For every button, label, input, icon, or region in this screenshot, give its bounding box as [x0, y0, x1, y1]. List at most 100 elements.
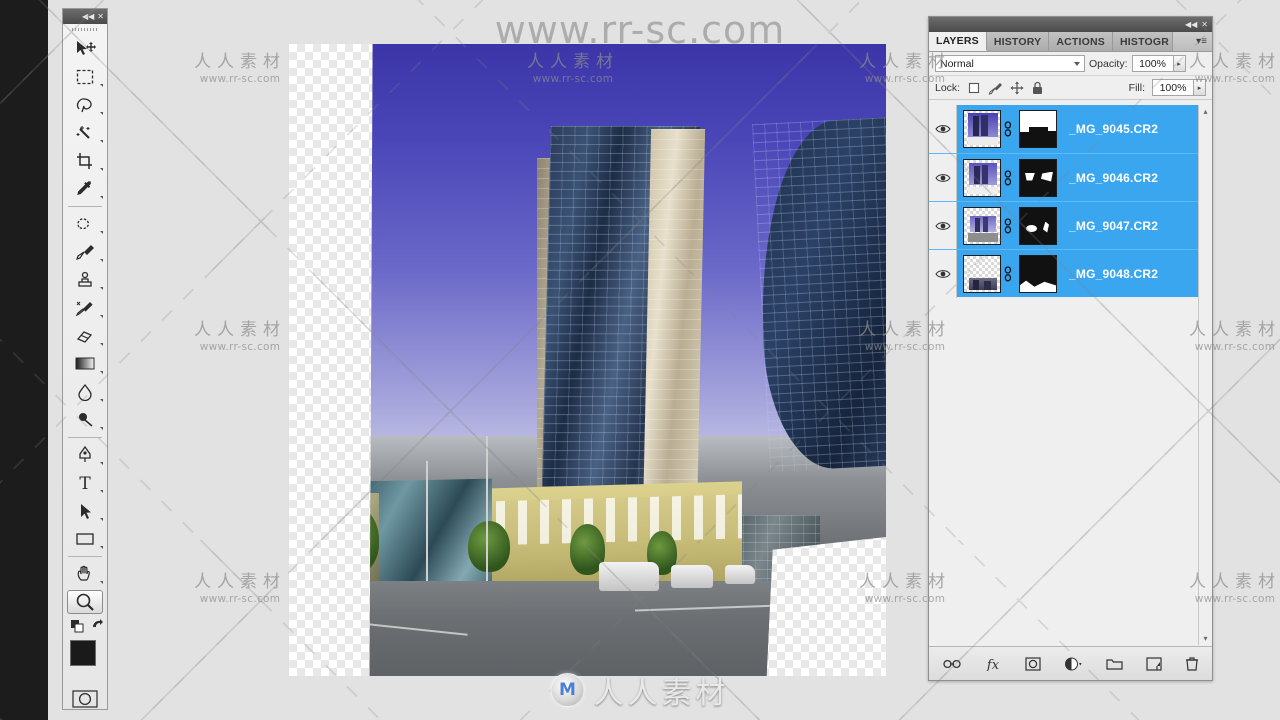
layer-link-icon[interactable]: [1001, 121, 1015, 137]
tool-options-corner: [100, 462, 103, 465]
opacity-input[interactable]: 100%: [1131, 55, 1174, 72]
eraser-tool[interactable]: [63, 322, 107, 350]
tool-separator: [68, 437, 102, 438]
panel-menu-icon[interactable]: ▾≡: [1196, 36, 1207, 47]
rectangle-tool[interactable]: [63, 525, 107, 553]
tab-layers[interactable]: LAYERS: [929, 32, 987, 51]
layer-name: _MG_9047.CR2: [1069, 218, 1159, 233]
layer-thumbnail[interactable]: [963, 206, 1001, 245]
lock-image-pixels-icon[interactable]: [988, 81, 1003, 95]
crop-tool[interactable]: [63, 147, 107, 175]
opacity-stepper[interactable]: ▸: [1173, 55, 1186, 72]
lock-position-icon[interactable]: [1010, 81, 1024, 95]
panel-tab-bar: LAYERS HISTORY ACTIONS HISTOGR ▾≡: [929, 32, 1212, 52]
tools-palette-titlebar: ◀◀ ✕: [63, 9, 107, 24]
eye-icon: [934, 221, 951, 230]
close-icon[interactable]: ✕: [97, 12, 104, 21]
new-adjustment-layer-button[interactable]: [1064, 657, 1083, 671]
link-layers-button[interactable]: [942, 658, 961, 670]
new-layer-button[interactable]: [1145, 656, 1162, 671]
history-brush-tool[interactable]: [63, 294, 107, 322]
dodge-tool[interactable]: [63, 406, 107, 434]
new-group-button[interactable]: [1105, 657, 1123, 670]
add-layer-mask-button[interactable]: [1024, 656, 1041, 671]
collapse-icon[interactable]: ◀◀: [82, 12, 94, 21]
blur-tool[interactable]: [63, 378, 107, 406]
collapse-icon[interactable]: ◀◀: [1185, 20, 1197, 29]
layer-link-icon[interactable]: [1001, 169, 1015, 186]
tool-options-corner: [100, 315, 103, 318]
layer-visibility-toggle[interactable]: [929, 105, 957, 153]
layer-style-button[interactable]: fx: [984, 657, 1002, 671]
lock-all-icon[interactable]: [1031, 81, 1044, 95]
layer-link-icon[interactable]: [1001, 265, 1015, 282]
eyedropper-tool[interactable]: [63, 175, 107, 203]
tool-options-corner: [100, 399, 103, 402]
clone-stamp-tool[interactable]: [63, 266, 107, 294]
color-swatches[interactable]: [63, 634, 108, 686]
blend-mode-select[interactable]: Normal: [935, 55, 1085, 72]
layer-name: _MG_9045.CR2: [1069, 122, 1159, 136]
rectangular-marquee-tool[interactable]: [63, 63, 107, 91]
tool-options-corner: [100, 371, 103, 374]
fill-control[interactable]: 100% ▸: [1152, 79, 1206, 96]
table-row[interactable]: _MG_9045.CR2: [929, 105, 1212, 153]
scroll-up-icon[interactable]: ▴: [1203, 107, 1207, 116]
tab-histogram[interactable]: HISTOGR: [1112, 32, 1173, 51]
brush-tool[interactable]: [63, 238, 107, 266]
tab-label: HISTORY: [993, 35, 1042, 48]
fill-stepper[interactable]: ▸: [1194, 79, 1206, 96]
magic-wand-tool[interactable]: [63, 119, 107, 147]
close-icon[interactable]: ✕: [1201, 20, 1208, 29]
gradient-tool[interactable]: [63, 350, 107, 378]
tool-options-corner: [100, 84, 103, 87]
scroll-down-icon[interactable]: ▾: [1203, 634, 1207, 643]
layer-name: _MG_9046.CR2: [1069, 170, 1159, 185]
zoom-tool[interactable]: [63, 588, 107, 616]
photoshop-workspace: ◀◀ ✕ T ◀◀ ✕ LAYERS HISTORY ACTIONS HISTO…: [0, 0, 1280, 720]
layer-thumbnail[interactable]: [963, 110, 1001, 148]
path-selection-tool[interactable]: [63, 497, 107, 525]
layer-mask-thumbnail[interactable]: [1019, 254, 1057, 293]
quick-mask-toggle[interactable]: [63, 686, 107, 712]
layer-visibility-toggle[interactable]: [929, 153, 957, 202]
layer-link-icon[interactable]: [1001, 217, 1015, 234]
layer-visibility-toggle[interactable]: [929, 201, 957, 250]
healing-brush-tool[interactable]: [63, 210, 107, 238]
workspace-left-edge: [0, 0, 48, 720]
lasso-tool[interactable]: [63, 91, 107, 119]
blend-mode-value: Normal: [940, 57, 974, 70]
move-tool[interactable]: [63, 35, 107, 63]
drag-grip[interactable]: [63, 25, 107, 34]
foreground-color-swatch[interactable]: [70, 640, 96, 666]
fill-label: Fill:: [1128, 81, 1145, 94]
layer-visibility-toggle[interactable]: [929, 249, 957, 298]
street-light-pole: [486, 435, 488, 601]
delete-layer-button[interactable]: [1185, 656, 1199, 671]
table-row[interactable]: _MG_9047.CR2: [929, 201, 1212, 250]
chevron-down-icon: [1074, 61, 1080, 66]
tool-separator: [68, 206, 102, 207]
table-row[interactable]: _MG_9048.CR2: [929, 249, 1212, 298]
document-canvas[interactable]: [289, 44, 886, 676]
layer-mask-thumbnail[interactable]: [1019, 158, 1057, 197]
tool-options-corner: [100, 196, 103, 199]
tab-history[interactable]: HISTORY: [986, 32, 1050, 51]
layer-thumbnail[interactable]: [963, 254, 1001, 293]
layer-thumbnail[interactable]: [963, 158, 1001, 197]
opacity-control[interactable]: 100% ▸: [1131, 55, 1186, 72]
tool-options-corner: [100, 490, 103, 493]
layer-mask-thumbnail[interactable]: [1019, 110, 1057, 148]
layers-scrollbar[interactable]: ▴ ▾: [1198, 105, 1212, 645]
type-tool[interactable]: T: [63, 469, 107, 497]
hand-tool[interactable]: [63, 560, 107, 588]
pen-tool[interactable]: [63, 441, 107, 469]
tab-label: ACTIONS: [1056, 35, 1105, 48]
tree: [468, 521, 510, 572]
tab-actions[interactable]: ACTIONS: [1049, 32, 1113, 51]
lock-label: Lock:: [935, 81, 961, 94]
layer-mask-thumbnail[interactable]: [1019, 206, 1057, 245]
table-row[interactable]: _MG_9046.CR2: [929, 153, 1212, 202]
lock-transparent-pixels-icon[interactable]: [967, 81, 981, 95]
fill-input[interactable]: 100%: [1152, 79, 1194, 96]
